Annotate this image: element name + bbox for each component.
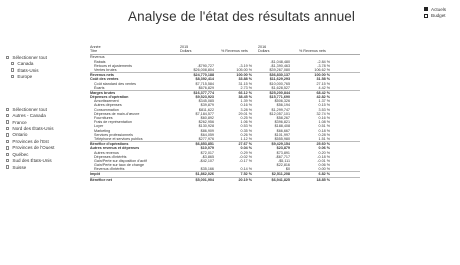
header-pct-2015: % Revenus nets — [221, 49, 248, 54]
row-label: Bénéfice net — [90, 177, 112, 182]
header-pct-2016: % Revenus nets — [299, 49, 326, 54]
slicer-item-label: Québec — [12, 151, 29, 157]
legend-swatch-icon — [424, 13, 428, 18]
slicer-item-label: Ontario — [12, 132, 28, 138]
slicer-item-label: Provinces de l'Ouest — [12, 145, 55, 151]
market-slicer: Sélectionner tout Autres - Canada France No… — [6, 106, 54, 170]
checkbox-icon[interactable] — [11, 68, 15, 72]
value-dollars-2016: $6,941,825 — [271, 177, 290, 182]
slicer-item[interactable]: Europe — [6, 73, 47, 79]
region-slicer: Sélectionner tout Canada États-Unis Europe — [6, 54, 47, 80]
value-dollars-2015: $5,001,904 — [195, 177, 214, 182]
matrix-row: Bénéfice net $5,001,904 20.19 % $6,941,825 1… — [90, 176, 360, 182]
slicer-item-label: Autres - Canada — [12, 113, 46, 119]
legend-swatch-icon — [424, 7, 428, 12]
slicer-item-label: Europe — [17, 74, 33, 80]
checkbox-icon[interactable] — [6, 139, 10, 144]
slicer-item-label: France — [12, 119, 27, 125]
checkbox-icon[interactable] — [11, 61, 15, 66]
income-statement-matrix: Année 2015 2016 Titre Dollars % Revenus … — [90, 45, 360, 182]
header-titre: Titre — [90, 49, 98, 54]
checkbox-icon[interactable] — [6, 152, 10, 156]
checkbox-icon[interactable] — [11, 74, 15, 79]
slicer-item-label: Canada — [17, 61, 34, 67]
slicer-item[interactable]: Sélectionner tout — [6, 54, 47, 60]
slicer-item-label: États-Unis — [17, 67, 39, 73]
slicer-item[interactable]: Provinces de l'Est — [6, 138, 54, 144]
slicer-item-label: Suisse — [12, 164, 27, 170]
slicer-item[interactable]: Sud des États-Unis — [6, 158, 54, 164]
header-dollars-2015: Dollars — [180, 49, 192, 54]
value-pct-2016: 18.85 % — [316, 177, 330, 182]
checkbox-icon[interactable] — [6, 159, 10, 163]
checkbox-icon[interactable] — [6, 113, 10, 118]
slicer-item-label: Sélectionner tout — [12, 54, 47, 60]
value-pct-2015: 20.19 % — [238, 177, 252, 182]
checkbox-icon[interactable] — [6, 55, 10, 59]
slicer-item-label: Nord des États-Unis — [12, 126, 54, 132]
legend-item[interactable]: Budget — [424, 13, 446, 20]
legend-label: Actuels — [431, 6, 447, 12]
matrix-header-row-2: Titre Dollars % Revenus nets Dollars % R… — [90, 49, 360, 53]
page-title: Analyse de l'état des résultats annuel — [128, 9, 356, 24]
slicer-item[interactable]: Nord des États-Unis — [6, 125, 54, 131]
checkbox-icon[interactable] — [6, 165, 10, 169]
slicer-item-label: Provinces de l'Est — [12, 138, 49, 144]
matrix-body: Revenus Rabais -$1,048,480 -2.84 % Retours e… — [90, 55, 360, 182]
checkbox-icon[interactable] — [6, 107, 10, 111]
checkbox-icon[interactable] — [6, 126, 10, 131]
header-dollars-2016: Dollars — [258, 49, 270, 54]
checkbox-icon[interactable] — [6, 120, 10, 124]
slicer-item[interactable]: Provinces de l'Ouest — [6, 145, 54, 151]
slicer-item-label: Sud des États-Unis — [12, 158, 52, 164]
checkbox-icon[interactable] — [6, 146, 10, 150]
slicer-item-label: Sélectionner tout — [12, 106, 47, 112]
slicer-item[interactable]: Suisse — [6, 164, 54, 170]
checkbox-icon[interactable] — [6, 133, 10, 137]
legend-label: Budget — [431, 13, 446, 19]
legend: Actuels Budget — [424, 6, 446, 19]
